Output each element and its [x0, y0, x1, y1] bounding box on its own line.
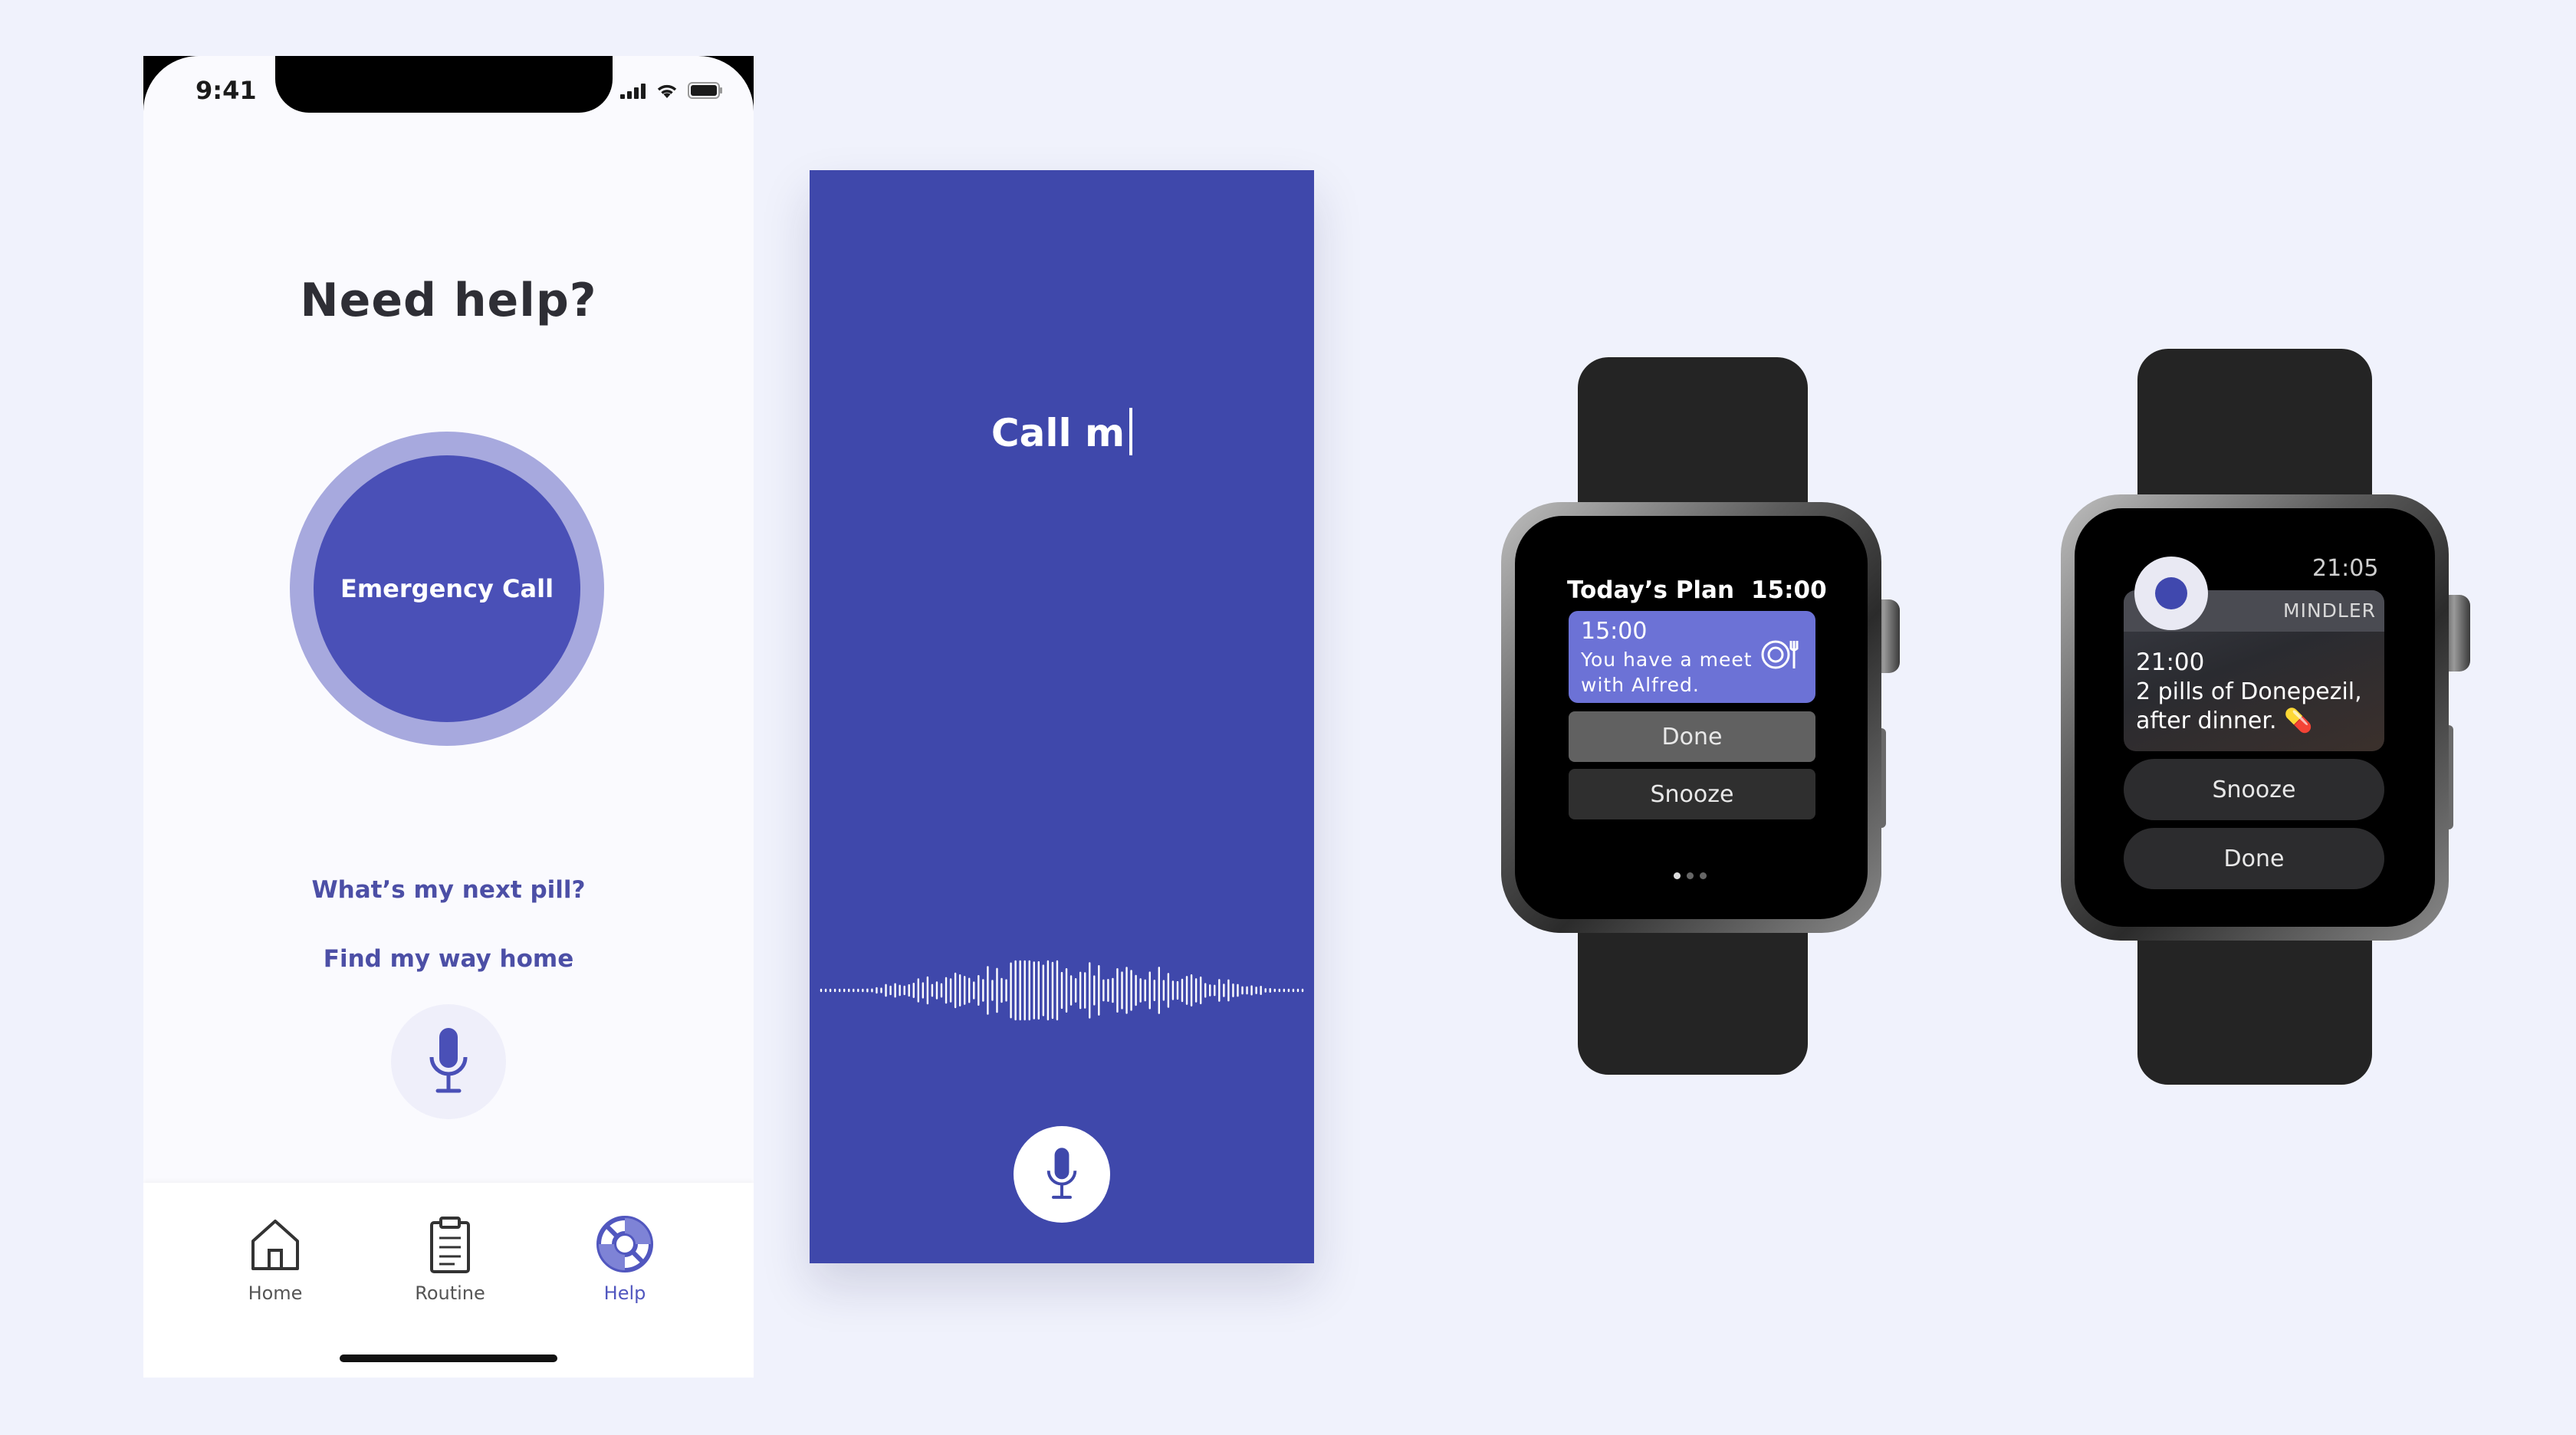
microphone-icon [429, 1028, 468, 1093]
help-phone: 9:41 Need help? Emergency Call What’s my… [143, 56, 754, 1378]
next-pill-link[interactable]: What’s my next pill? [143, 876, 754, 904]
app-icon-dot [2155, 577, 2187, 609]
plan-snooze-button[interactable]: Snooze [1569, 769, 1815, 819]
voice-screen: Call m [810, 170, 1314, 1263]
battery-icon [688, 82, 722, 99]
status-time: 9:41 [196, 76, 257, 105]
page-indicator [1674, 872, 1707, 879]
plan-time: 15:00 [1751, 576, 1827, 604]
status-icons [620, 82, 723, 99]
pill-icon: 💊 [2284, 708, 2313, 734]
page-dot [1700, 872, 1707, 879]
find-way-home-link[interactable]: Find my way home [143, 945, 754, 973]
help-screen: 9:41 Need help? Emergency Call What’s my… [143, 56, 754, 1378]
tab-home[interactable]: Home [206, 1183, 344, 1304]
watch-band-top [2137, 349, 2372, 517]
emergency-call-button[interactable]: Emergency Call [314, 455, 580, 722]
reminder-snooze-button[interactable]: Snooze [2124, 759, 2384, 820]
plan-card-time: 15:00 [1581, 618, 1648, 645]
clipboard-icon [430, 1217, 470, 1273]
dining-icon [1761, 640, 1799, 669]
microphone-icon [1046, 1148, 1077, 1199]
phone-notch [275, 56, 613, 113]
reminder-text: 2 pills of Donepezil, after dinner. 💊 [2136, 678, 2366, 736]
voice-transcript-text: Call m [991, 411, 1125, 455]
reminder-time: 21:00 [2136, 649, 2205, 676]
voice-waveform [820, 960, 1304, 1021]
plan-done-button[interactable]: Done [1569, 711, 1815, 762]
tab-routine-label: Routine [415, 1282, 485, 1304]
reminder-app-name: MINDLER [2283, 599, 2376, 622]
tab-help-label: Help [603, 1282, 646, 1304]
voice-mic-button[interactable] [391, 1004, 506, 1119]
watch-band-top [1578, 357, 1808, 526]
page-dot-active [1674, 872, 1681, 879]
page-dot [1687, 872, 1694, 879]
text-cursor [1129, 408, 1133, 455]
tab-help[interactable]: Help [556, 1183, 694, 1304]
wifi-icon [657, 84, 677, 98]
home-icon [251, 1220, 299, 1270]
plan-card-message: You have a meet with Alfred. [1581, 649, 1753, 696]
voice-transcript: Call m [810, 408, 1314, 455]
page-title: Need help? [300, 274, 597, 327]
reminder-clock: 21:05 [2312, 555, 2379, 582]
tab-home-label: Home [248, 1282, 303, 1304]
voice-mic-button-active[interactable] [1014, 1126, 1110, 1223]
tab-bar: Home Routine Help [143, 1183, 754, 1378]
tab-routine[interactable]: Routine [381, 1183, 519, 1304]
plan-title: Today’s Plan [1567, 576, 1735, 604]
reminder-done-button[interactable]: Done [2124, 828, 2384, 889]
lifebuoy-icon [596, 1216, 653, 1272]
home-indicator[interactable] [340, 1355, 557, 1362]
reminder-text-body: 2 pills of Donepezil, after dinner. [2136, 678, 2362, 734]
signal-icon [620, 84, 646, 99]
